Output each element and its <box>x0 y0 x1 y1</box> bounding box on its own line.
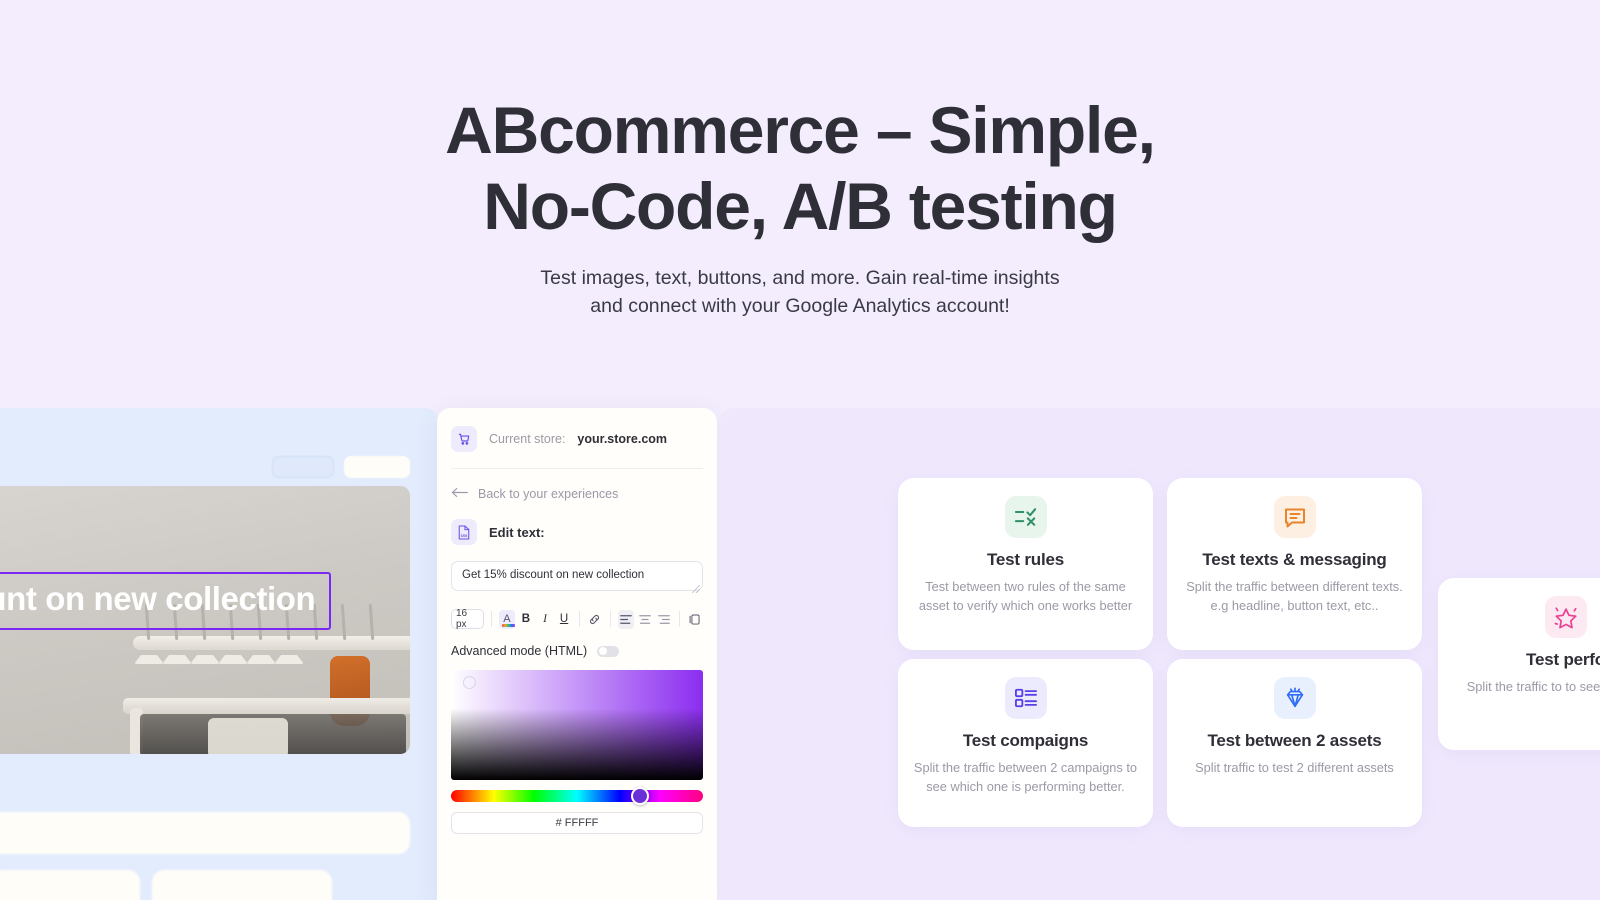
text-format-toolbar: 16 px A B I U <box>451 608 703 630</box>
arrow-left-icon <box>451 487 468 501</box>
bold-glyph: B <box>521 613 531 625</box>
hero-section: ABcommerce – Simple, No-Code, A/B testin… <box>0 0 1600 320</box>
preview-product-card <box>0 870 140 900</box>
feature-card-title: Test rules <box>986 550 1065 569</box>
toolbar-separator <box>679 611 680 627</box>
current-store-value: your.store.com <box>577 432 668 446</box>
underline-button[interactable]: U <box>556 610 572 629</box>
color-swatch-bar <box>501 624 515 627</box>
preview-content-strip <box>0 812 410 854</box>
feature-card-test-rules[interactable]: Test rules Test between two rules of the… <box>898 478 1153 650</box>
photo-hanger <box>274 638 304 664</box>
feature-card-description: Split the traffic between different text… <box>1186 579 1403 613</box>
feature-card-title: Test perfo <box>1526 650 1600 669</box>
preview-selected-headline[interactable]: Get 15% discount on new collection <box>0 572 332 630</box>
current-store-row: Current store: your.store.com <box>451 426 703 452</box>
align-right-icon[interactable] <box>656 610 672 629</box>
align-left-icon[interactable] <box>617 609 634 629</box>
page-title: ABcommerce – Simple, No-Code, A/B testin… <box>0 92 1600 244</box>
edit-text-label: Edit text: <box>489 524 545 540</box>
list-layout-icon <box>1004 677 1047 719</box>
feature-card-test-texts[interactable]: Test texts & messaging Split the traffic… <box>1167 478 1422 650</box>
preview-secondary-button[interactable] <box>272 456 334 478</box>
advanced-mode-label: Advanced mode (HTML) <box>451 644 588 658</box>
italic-button[interactable]: I <box>537 610 553 629</box>
hue-slider-handle[interactable] <box>631 787 649 805</box>
toggle-knob <box>598 647 607 655</box>
italic-glyph: I <box>543 613 547 625</box>
font-size-selector[interactable]: 16 px <box>451 608 484 630</box>
text-color-button[interactable]: A <box>498 609 515 629</box>
toolbar-separator <box>491 611 492 627</box>
chat-bubble-icon <box>1273 496 1316 538</box>
bold-button[interactable]: B <box>518 610 534 629</box>
text-editor-panel: Current store: your.store.com Back to yo… <box>437 408 717 900</box>
feature-card-description: Test between two rules of the same asset… <box>918 579 1133 613</box>
photo-shelf <box>123 698 410 714</box>
feature-card-test-performance[interactable]: Test perfo Split the traffic to to see r… <box>1438 578 1600 750</box>
feature-card-title: Test between 2 assets <box>1207 731 1382 750</box>
feature-card-description: Split the traffic between 2 campaigns to… <box>913 760 1138 794</box>
toolbar-separator <box>579 611 580 627</box>
preview-header-buttons <box>272 456 410 478</box>
edit-text-row: css Edit text: <box>451 519 703 545</box>
photo-hanger <box>218 638 248 664</box>
edit-text-input-wrapper <box>451 545 703 596</box>
color-saturation-area[interactable] <box>451 670 703 780</box>
diamond-icon <box>1273 677 1316 719</box>
rules-check-x-icon <box>1004 496 1047 538</box>
hex-color-input[interactable]: # FFFFF <box>451 812 703 834</box>
link-icon[interactable] <box>587 610 603 629</box>
feature-card-description: Split the traffic to to see results like <box>1466 679 1600 694</box>
photo-folded-cloth <box>208 718 288 754</box>
photo-hanger <box>190 638 220 664</box>
css-file-icon: css <box>451 519 477 545</box>
store-preview-panel: Get 15% discount on new collection <box>0 408 440 900</box>
editor-divider <box>451 468 703 469</box>
svg-text:css: css <box>461 532 469 537</box>
shopping-cart-icon <box>451 426 477 452</box>
feature-card-title: Test compaigns <box>962 731 1089 750</box>
underline-glyph: U <box>559 613 569 625</box>
hero-subtitle: Test images, text, buttons, and more. Ga… <box>0 264 1600 320</box>
feature-card-test-campaigns[interactable]: Test compaigns Split the traffic between… <box>898 659 1153 827</box>
feature-card-test-assets[interactable]: Test between 2 assets Split traffic to t… <box>1167 659 1422 827</box>
advanced-mode-toggle[interactable] <box>597 645 620 657</box>
preview-product-card <box>152 870 332 900</box>
photo-hanger <box>134 638 164 664</box>
photo-hanger <box>162 638 192 664</box>
hero-subtitle-line-1: Test images, text, buttons, and more. Ga… <box>540 267 1060 289</box>
back-to-experiences-label: Back to your experiences <box>478 487 619 501</box>
advanced-mode-row: Advanced mode (HTML) <box>451 644 703 658</box>
feature-card-title: Test texts & messaging <box>1202 550 1387 569</box>
back-to-experiences-link[interactable]: Back to your experiences <box>451 487 703 501</box>
hero-subtitle-line-2: and connect with your Google Analytics a… <box>590 295 1010 317</box>
hue-slider[interactable] <box>451 787 703 805</box>
landing-page: ABcommerce – Simple, No-Code, A/B testin… <box>0 0 1600 900</box>
photo-hanger <box>246 638 276 664</box>
page-title-line-1: ABcommerce – Simple, <box>445 93 1156 167</box>
align-center-icon[interactable] <box>637 610 653 629</box>
preview-primary-button[interactable] <box>344 456 410 478</box>
star-sparkle-icon <box>1544 596 1587 638</box>
current-store-label: Current store: <box>489 432 566 446</box>
feature-card-description: Split traffic to test 2 different assets <box>1195 760 1394 775</box>
toolbar-separator <box>610 611 611 627</box>
page-title-line-2: No-Code, A/B testing <box>483 169 1118 243</box>
duplicate-icon[interactable] <box>687 610 703 629</box>
edit-text-input[interactable] <box>451 561 703 591</box>
saturation-handle[interactable] <box>463 676 476 689</box>
